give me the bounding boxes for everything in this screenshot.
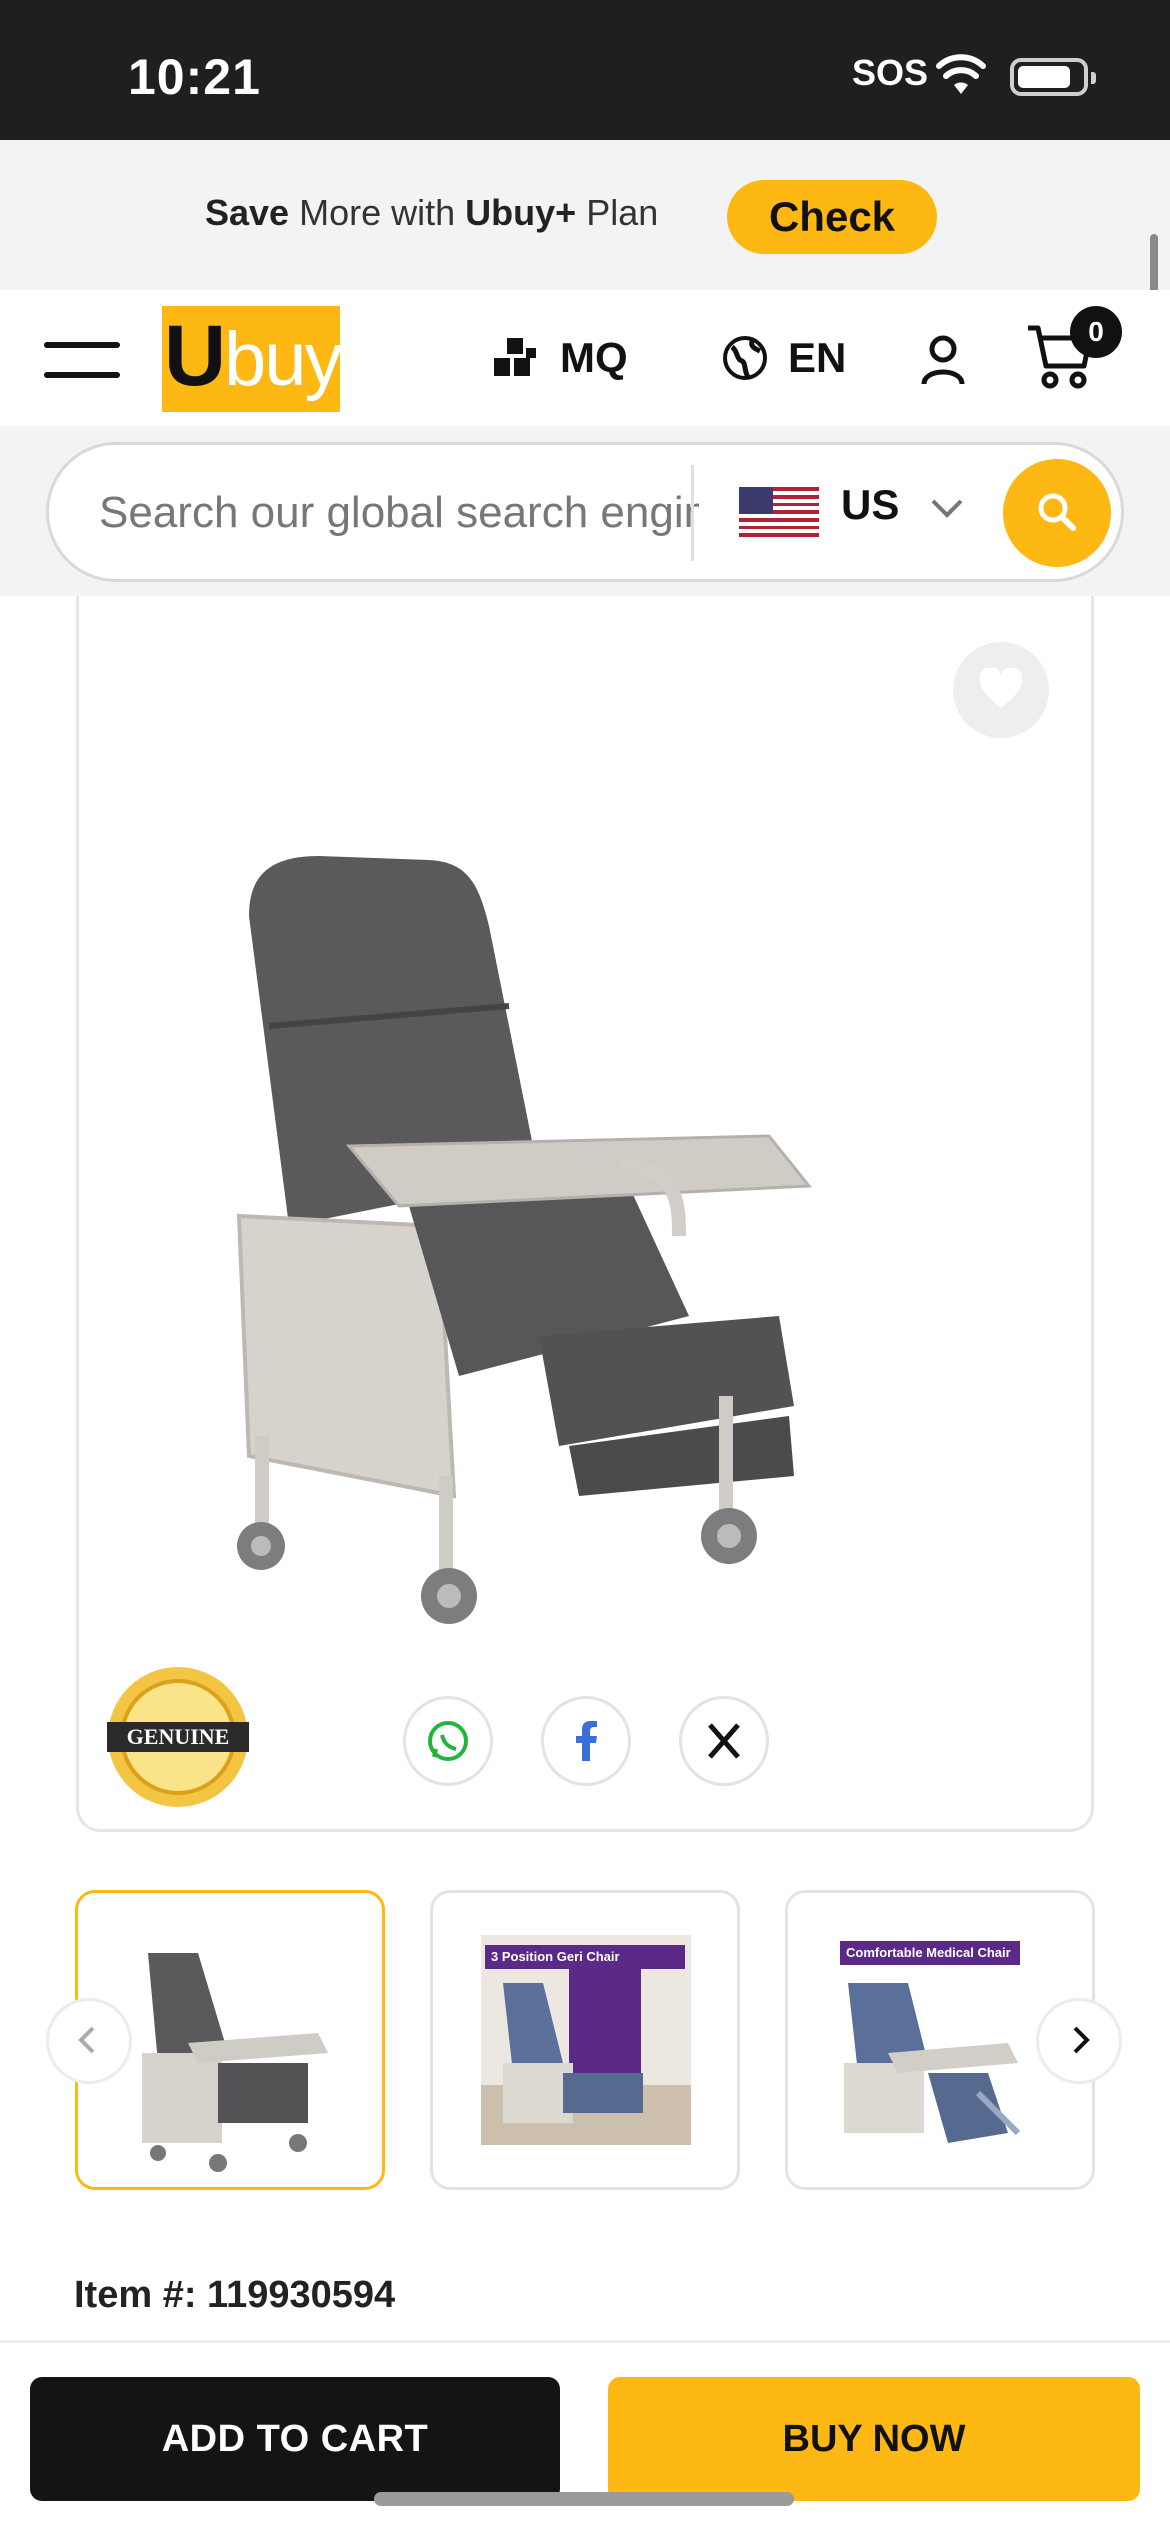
heart-icon [979,666,1023,708]
buy-now-button[interactable]: BUY NOW [608,2377,1140,2501]
globe-icon [723,336,767,380]
search-input[interactable] [99,473,699,553]
account-icon[interactable] [920,334,966,386]
us-flag-icon[interactable] [739,487,819,537]
thumbnail-prev-button[interactable] [46,1998,132,2084]
promo-banner: Save More with Ubuy+ Plan Check [0,140,1170,290]
add-to-cart-button[interactable]: ADD TO CART [30,2377,560,2501]
search-bar: US [46,442,1124,582]
wishlist-button[interactable] [953,642,1049,738]
store-selector[interactable]: MQ [492,330,628,386]
cart-count-badge: 0 [1070,306,1122,358]
store-icon [494,338,536,376]
country-label[interactable]: US [841,481,899,529]
search-area: US [0,426,1170,596]
menu-icon[interactable] [44,340,120,380]
ubuy-logo[interactable]: Ubuy [162,306,343,412]
cart-button[interactable]: 0 [1026,306,1122,400]
search-divider [691,465,694,561]
facebook-icon [576,1721,597,1761]
search-button[interactable] [1003,459,1111,567]
chevron-left-icon [78,2026,95,2053]
x-share-button[interactable] [679,1696,769,1786]
chevron-right-icon [1073,2026,1090,2053]
check-plan-button[interactable]: Check [727,180,937,254]
home-indicator[interactable] [374,2492,794,2506]
thumbnail-2[interactable]: 3 Position Geri Chair [430,1890,740,2190]
whatsapp-icon [428,1721,468,1761]
status-bar: 10:21 SOS [0,0,1170,140]
battery-icon [1010,58,1096,96]
status-time: 10:21 [128,49,261,105]
store-label: MQ [560,334,628,381]
item-number-value: 119930594 [207,2274,396,2316]
thumbnail-2-caption: 3 Position Geri Chair [485,1945,685,1969]
x-icon [708,1723,740,1759]
sos-indicator: SOS [852,52,929,93]
genuine-badge-icon: GENUINE [107,1667,249,1807]
chevron-down-icon[interactable] [929,489,965,525]
thumbnail-next-button[interactable] [1036,1998,1122,2084]
svg-text:GENUINE: GENUINE [127,1724,230,1749]
product-image[interactable] [209,756,969,1656]
thumbnail-strip: 3 Position Geri Chair Comfortable Medica… [0,1890,1170,2196]
wifi-icon [936,54,986,94]
thumbnail-3-caption: Comfortable Medical Chair [840,1941,1020,1965]
facebook-share-button[interactable] [541,1696,631,1786]
item-number: Item #: 119930594 [74,2274,395,2317]
search-icon [1038,493,1076,531]
language-label: EN [788,334,847,381]
item-number-label: Item #: [74,2274,197,2316]
whatsapp-share-button[interactable] [403,1696,493,1786]
language-selector[interactable]: EN [722,330,846,386]
site-header: Ubuy MQ EN 0 [0,290,1170,426]
thumbnail-2-image [481,1935,691,2145]
promo-text: Save More with Ubuy+ Plan [205,192,659,233]
product-image-card: GENUINE [76,596,1094,1832]
